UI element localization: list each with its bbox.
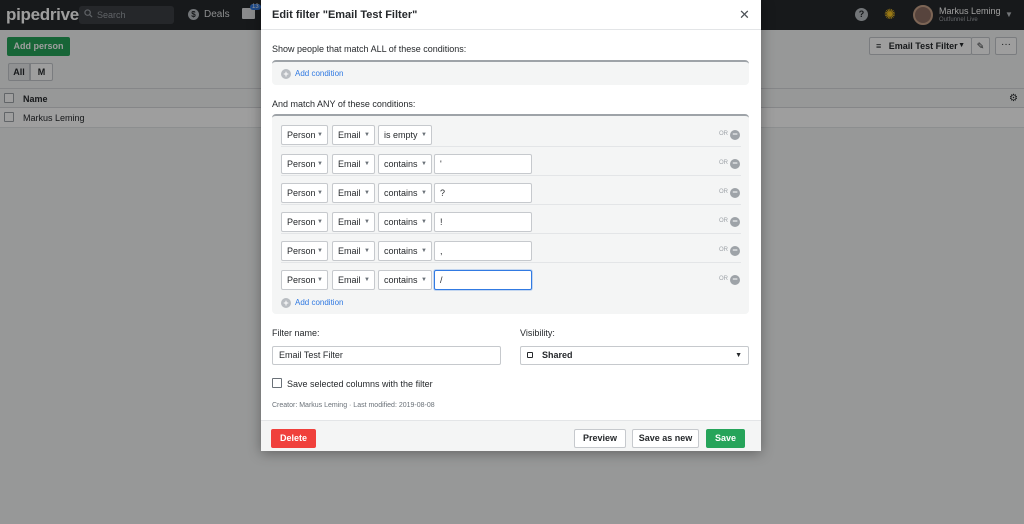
filter-name-input[interactable]: Email Test Filter: [272, 346, 501, 365]
remove-condition-icon[interactable]: −: [730, 159, 740, 169]
or-label: OR: [719, 218, 728, 224]
plus-circle-icon: +: [281, 298, 291, 308]
condition-row: Person ▼ Email ▼ contains ▼ , OR −: [281, 241, 741, 263]
object-select[interactable]: Person ▼: [281, 154, 328, 174]
visibility-select[interactable]: Shared ▼: [520, 346, 749, 365]
caret-down-icon: ▼: [364, 248, 370, 254]
modal-footer: Delete Preview Save as new Save: [261, 420, 761, 451]
save-as-new-button[interactable]: Save as new: [632, 429, 699, 448]
condition-value-input[interactable]: !: [434, 212, 532, 232]
caret-down-icon: ▼: [364, 132, 370, 138]
or-label: OR: [719, 131, 728, 137]
operator-select[interactable]: contains ▼: [378, 270, 432, 290]
add-condition-all-link[interactable]: + Add condition: [281, 69, 343, 79]
delete-button[interactable]: Delete: [271, 429, 316, 448]
object-select[interactable]: Person ▼: [281, 125, 328, 145]
preview-button[interactable]: Preview: [574, 429, 626, 448]
object-select[interactable]: Person ▼: [281, 270, 328, 290]
condition-value-input[interactable]: ,: [434, 241, 532, 261]
condition-value-input[interactable]: ?: [434, 183, 532, 203]
filter-name-label: Filter name:: [272, 328, 320, 338]
field-select[interactable]: Email ▼: [332, 183, 375, 203]
modal-title: Edit filter "Email Test Filter": [272, 9, 418, 21]
operator-select[interactable]: contains ▼: [378, 154, 432, 174]
condition-row: Person ▼ Email ▼ contains ▼ / OR −: [281, 270, 741, 292]
remove-condition-icon[interactable]: −: [730, 188, 740, 198]
caret-down-icon: ▼: [364, 161, 370, 167]
save-columns-checkbox[interactable]: [272, 378, 282, 388]
caret-down-icon: ▼: [317, 277, 323, 283]
field-select[interactable]: Email ▼: [332, 125, 375, 145]
caret-down-icon: ▼: [317, 219, 323, 225]
caret-down-icon: ▼: [421, 219, 427, 225]
caret-down-icon: ▼: [364, 277, 370, 283]
field-select[interactable]: Email ▼: [332, 241, 375, 261]
caret-down-icon: ▼: [364, 190, 370, 196]
plus-circle-icon: +: [281, 69, 291, 79]
save-columns-label[interactable]: Save selected columns with the filter: [287, 379, 433, 389]
caret-down-icon: ▼: [421, 132, 427, 138]
caret-down-icon: ▼: [364, 219, 370, 225]
modal-header: Edit filter "Email Test Filter" ✕: [261, 0, 761, 30]
object-select[interactable]: Person ▼: [281, 183, 328, 203]
field-select[interactable]: Email ▼: [332, 212, 375, 232]
caret-down-icon: ▼: [421, 161, 427, 167]
visibility-value: Shared: [542, 350, 573, 360]
operator-select[interactable]: contains ▼: [378, 212, 432, 232]
or-label: OR: [719, 247, 728, 253]
caret-down-icon: ▼: [317, 161, 323, 167]
operator-select[interactable]: contains ▼: [378, 241, 432, 261]
remove-condition-icon[interactable]: −: [730, 130, 740, 140]
lock-icon: [527, 352, 533, 358]
add-condition-any-link[interactable]: + Add condition: [281, 298, 343, 308]
operator-select[interactable]: is empty ▼: [378, 125, 432, 145]
add-condition-label: Add condition: [295, 298, 344, 307]
any-conditions-label: And match ANY of these conditions:: [272, 99, 416, 109]
or-label: OR: [719, 160, 728, 166]
condition-value-input[interactable]: /: [434, 270, 532, 290]
condition-row: Person ▼ Email ▼ contains ▼ ! OR −: [281, 212, 741, 234]
field-select[interactable]: Email ▼: [332, 154, 375, 174]
caret-down-icon: ▼: [421, 277, 427, 283]
edit-filter-modal: Edit filter "Email Test Filter" ✕ Show p…: [261, 0, 761, 451]
caret-down-icon: ▼: [735, 352, 742, 359]
remove-condition-icon[interactable]: −: [730, 246, 740, 256]
object-select[interactable]: Person ▼: [281, 212, 328, 232]
field-select[interactable]: Email ▼: [332, 270, 375, 290]
condition-row: Person ▼ Email ▼ is empty ▼ OR −: [281, 125, 741, 147]
or-label: OR: [719, 189, 728, 195]
remove-condition-icon[interactable]: −: [730, 275, 740, 285]
condition-row: Person ▼ Email ▼ contains ▼ ' OR −: [281, 154, 741, 176]
caret-down-icon: ▼: [421, 190, 427, 196]
close-icon[interactable]: ✕: [739, 7, 750, 23]
all-conditions-label: Show people that match ALL of these cond…: [272, 44, 467, 54]
or-label: OR: [719, 276, 728, 282]
caret-down-icon: ▼: [317, 190, 323, 196]
caret-down-icon: ▼: [317, 248, 323, 254]
filter-meta: Creator: Markus Leming · Last modified: …: [272, 402, 435, 409]
all-conditions-box: + Add condition: [272, 60, 749, 85]
save-button[interactable]: Save: [706, 429, 745, 448]
add-condition-label: Add condition: [295, 69, 344, 78]
visibility-label: Visibility:: [520, 328, 555, 338]
caret-down-icon: ▼: [317, 132, 323, 138]
object-select[interactable]: Person ▼: [281, 241, 328, 261]
caret-down-icon: ▼: [421, 248, 427, 254]
condition-row: Person ▼ Email ▼ contains ▼ ? OR −: [281, 183, 741, 205]
remove-condition-icon[interactable]: −: [730, 217, 740, 227]
condition-value-input[interactable]: ': [434, 154, 532, 174]
operator-select[interactable]: contains ▼: [378, 183, 432, 203]
